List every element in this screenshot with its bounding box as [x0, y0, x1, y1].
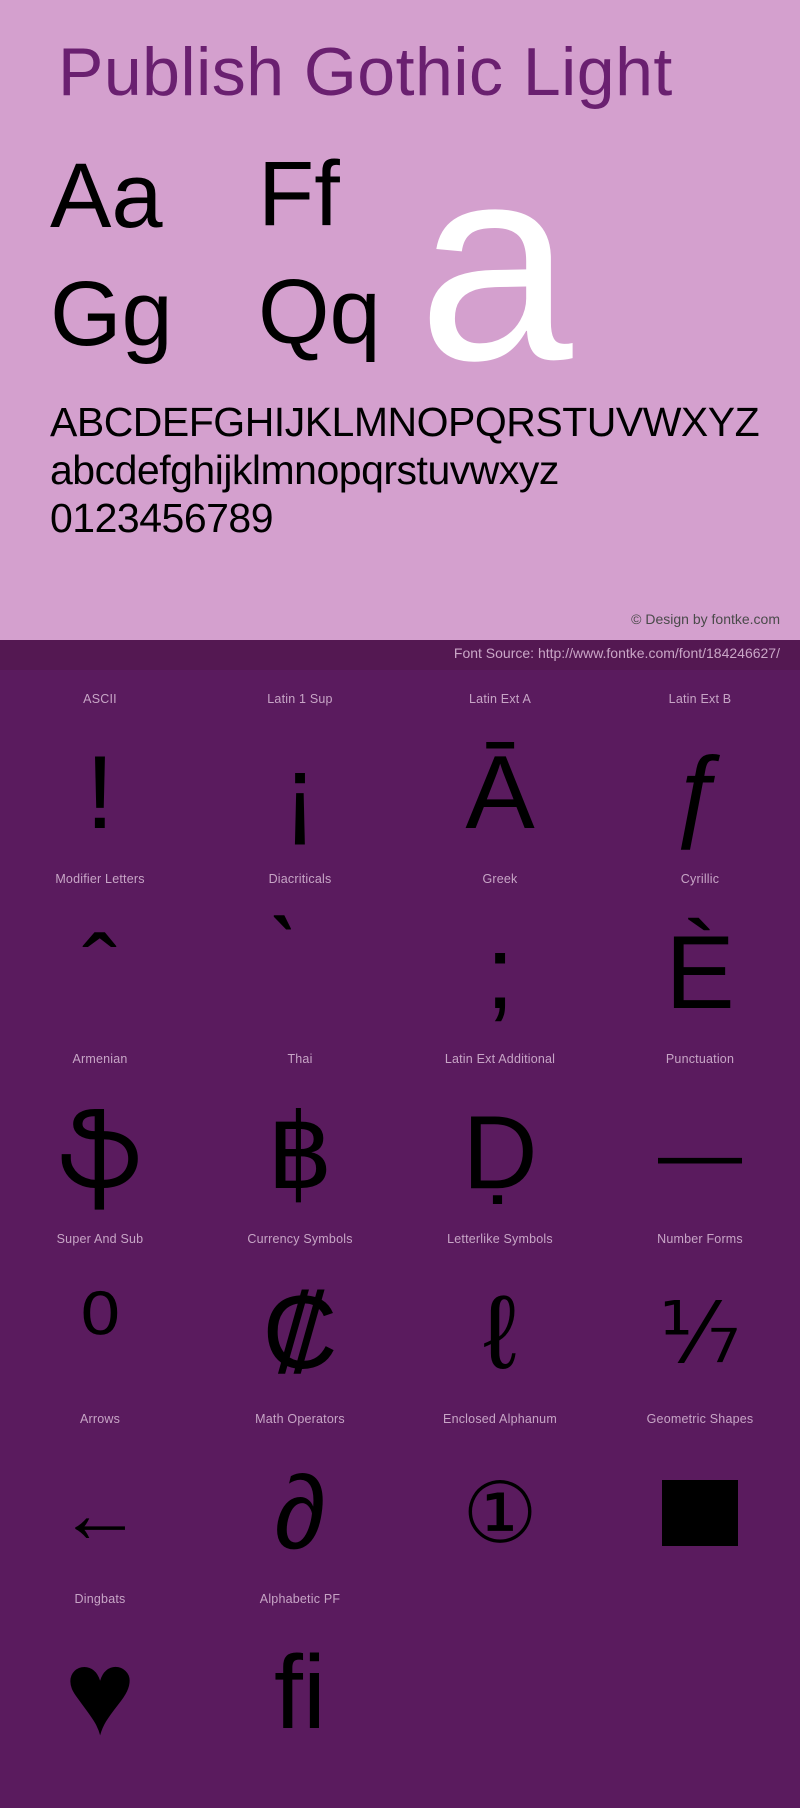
font-title: Publish Gothic Light: [58, 34, 673, 110]
script-small-l-glyph: ℓ: [483, 1275, 517, 1391]
glyph-category-cell[interactable]: Armenian ֆ: [0, 1052, 200, 1232]
thai-baht-glyph: ฿: [266, 1095, 334, 1211]
unicode-range-grid: ASCII! Latin 1 Sup ¡ Latin Ext A Ā Latin Ext …: [0, 670, 800, 1772]
black-square-glyph: [600, 1438, 800, 1588]
inverted-exclamation-glyph: ¡: [282, 735, 318, 851]
glyph-category-label: Number Forms: [657, 1232, 743, 1246]
glyph-category-label: Enclosed Alphanum: [443, 1412, 557, 1426]
superscript-zero-glyph: ⁰: [79, 1275, 121, 1391]
circumflex-glyph: ˆ: [82, 915, 118, 1031]
glyph-category-label: Latin Ext A: [469, 692, 531, 706]
glyph-grid-row: Super And Sub ⁰ Currency Symbols ₡ Letterlik…: [0, 1232, 800, 1412]
glyph-category-cell[interactable]: Enclosed Alphanum ①: [400, 1412, 600, 1592]
letter-pair-ff: Ff: [258, 143, 340, 245]
glyph-category-label: Modifier Letters: [55, 872, 145, 886]
glyph-category-label: Punctuation: [665, 1052, 735, 1066]
glyph-category-label: Geometric Shapes: [646, 1412, 754, 1426]
cyrillic-ie-grave-glyph: Ѐ: [665, 915, 735, 1031]
fi-ligature-glyph: ﬁ: [274, 1635, 326, 1751]
glyph-category-cell[interactable]: Geometric Shapes: [600, 1412, 800, 1592]
glyph-category-label: Letterlike Symbols: [447, 1232, 553, 1246]
grave-accent-glyph: ̀: [200, 898, 400, 1048]
left-arrow-glyph: ←: [58, 1466, 142, 1560]
glyph-category-label: Dingbats: [74, 1592, 126, 1606]
glyph-category-cell[interactable]: Modifier Letters ˆ: [0, 872, 200, 1052]
partial-differential-glyph: ∂: [274, 1455, 326, 1571]
glyph-category-cell[interactable]: Latin Ext B ƒ: [600, 692, 800, 872]
copyright-notice: © Design by fontke.com: [631, 611, 780, 627]
alphabet-uppercase: ABCDEFGHIJKLMNOPQRSTUVWXYZ: [50, 399, 760, 445]
glyph-category-label: Armenian: [72, 1052, 128, 1066]
letter-pair-samples: Aa Ff Gg Qq: [50, 140, 750, 390]
black-square-shape: [662, 1480, 738, 1546]
glyph-category-cell[interactable]: Arrows ←: [0, 1412, 200, 1592]
glyph-category-cell[interactable]: Latin Ext A Ā: [400, 692, 600, 872]
glyph-category-cell[interactable]: Alphabetic PF ﬁ: [200, 1592, 400, 1772]
large-sample-glyph: a: [418, 107, 573, 418]
glyph-category-cell[interactable]: Super And Sub ⁰: [0, 1232, 200, 1412]
glyph-category-label: Alphabetic PF: [259, 1592, 341, 1606]
greek-question-mark-glyph: ;: [485, 915, 515, 1031]
font-source-link[interactable]: Font Source: http://www.fontke.com/font/…: [454, 645, 780, 661]
letter-pair-qq: Qq: [258, 261, 381, 363]
alphabet-lowercase: abcdefghijklmnopqrstuvwxyz: [50, 447, 559, 493]
letter-pair-gg: Gg: [50, 263, 173, 365]
glyph-category-cell[interactable]: Thai ฿: [200, 1052, 400, 1232]
glyph-category-label: Arrows: [79, 1412, 121, 1426]
glyph-category-cell[interactable]: ASCII!: [0, 692, 200, 872]
glyph-category-label: Diacriticals: [268, 872, 332, 886]
alphabet-samples: ABCDEFGHIJKLMNOPQRSTUVWXYZ abcdefghijklm…: [50, 398, 770, 542]
glyph-category-label: Currency Symbols: [247, 1232, 353, 1246]
glyph-category-cell[interactable]: Cyrillic Ѐ: [600, 872, 800, 1052]
glyph-category-cell[interactable]: Currency Symbols ₡: [200, 1232, 400, 1412]
glyph-category-cell[interactable]: Number Forms ⅐: [600, 1232, 800, 1412]
glyph-category-label: Cyrillic: [680, 872, 720, 886]
glyph-grid-row: ASCII! Latin 1 Sup ¡ Latin Ext A Ā Latin Ext …: [0, 692, 800, 872]
d-dot-below-glyph: Ḍ: [462, 1095, 538, 1211]
colon-currency-glyph: ₡: [262, 1275, 338, 1391]
glyph-grid-row: Dingbats ♥ Alphabetic PF ﬁ: [0, 1592, 800, 1772]
glyph-category-label: Greek: [482, 872, 518, 886]
numerals: 0123456789: [50, 495, 274, 541]
florin-glyph: ƒ: [671, 735, 729, 851]
letter-pair-aa: Aa: [50, 145, 163, 247]
glyph-category-cell[interactable]: Diacriticals̀: [200, 872, 400, 1052]
glyph-category-label: Latin Ext B: [668, 692, 732, 706]
glyph-category-cell[interactable]: Punctuation —: [600, 1052, 800, 1232]
glyph-category-cell[interactable]: Latin Ext Additional Ḍ: [400, 1052, 600, 1232]
glyph-category-label: Latin Ext Additional: [444, 1052, 556, 1066]
glyph-grid-row: Arrows ← Math Operators ∂ Enclosed Alphanum ①…: [0, 1412, 800, 1592]
glyph-category-label: ASCII: [83, 692, 117, 706]
em-dash-glyph: —: [658, 1106, 742, 1200]
glyph-category-label: Thai: [287, 1052, 313, 1066]
circled-one-glyph: ①: [462, 1466, 538, 1560]
glyph-category-cell[interactable]: Dingbats ♥: [0, 1592, 200, 1772]
specimen-panel: Publish Gothic Light Aa Ff Gg Qq a ABCDE…: [0, 0, 800, 640]
exclamation-glyph: !: [85, 735, 115, 851]
a-macron-glyph: Ā: [465, 735, 535, 851]
glyph-category-cell[interactable]: Math Operators ∂: [200, 1412, 400, 1592]
glyph-grid-row: Armenian ֆ Thai ฿ Latin Ext Additional Ḍ Punct…: [0, 1052, 800, 1232]
glyph-category-cell-empty: [400, 1592, 600, 1772]
font-source-bar: Font Source: http://www.fontke.com/font/…: [0, 640, 800, 670]
glyph-category-cell[interactable]: Greek ;: [400, 872, 600, 1052]
heart-glyph: ♥: [64, 1626, 136, 1760]
glyph-category-label: Math Operators: [255, 1412, 345, 1426]
glyph-category-label: Super And Sub: [56, 1232, 144, 1246]
glyph-category-cell[interactable]: Letterlike Symbols ℓ: [400, 1232, 600, 1412]
armenian-feh-glyph: ֆ: [58, 1095, 142, 1211]
one-seventh-fraction-glyph: ⅐: [659, 1286, 741, 1380]
glyph-grid-row: Modifier Letters ˆ Diacriticals̀ Greek ; Cyri…: [0, 872, 800, 1052]
glyph-category-cell-empty: [600, 1592, 800, 1772]
glyph-category-label: Latin 1 Sup: [267, 692, 333, 706]
glyph-category-cell[interactable]: Latin 1 Sup ¡: [200, 692, 400, 872]
